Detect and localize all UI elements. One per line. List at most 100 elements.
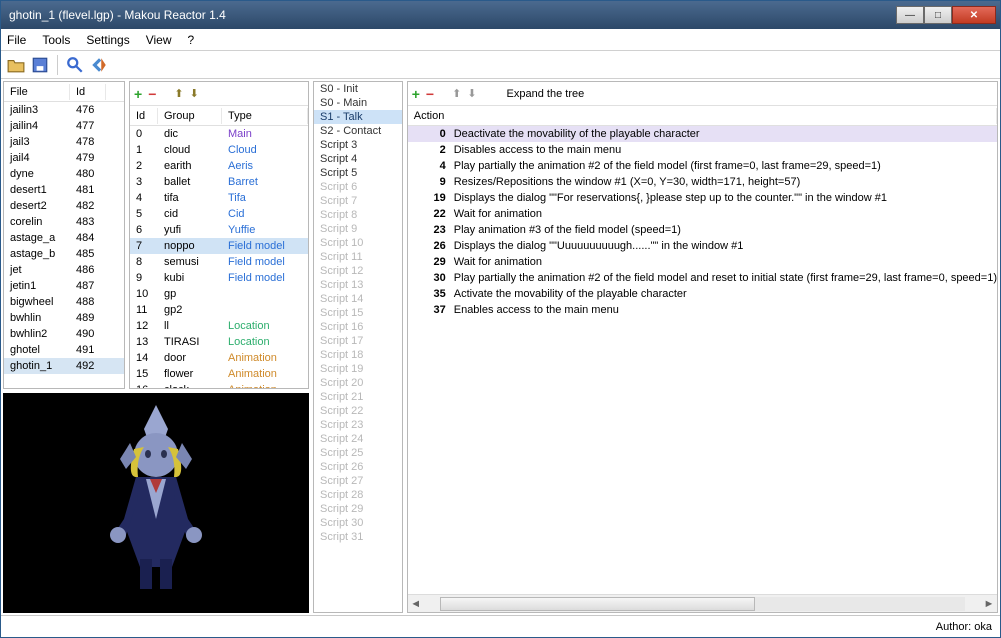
action-down-button[interactable]: ⬇	[467, 87, 476, 100]
group-row[interactable]: 8semusiField model	[130, 254, 308, 270]
remove-group-button[interactable]: −	[148, 86, 156, 102]
file-row[interactable]: corelin483	[4, 214, 124, 230]
script-row[interactable]: S1 - Talk	[314, 110, 402, 124]
remove-action-button[interactable]: −	[426, 86, 434, 102]
statusbar: Author: oka	[1, 615, 1000, 637]
script-row: Script 29	[314, 502, 402, 516]
scroll-left-icon[interactable]: ◄	[408, 598, 424, 610]
author-label: Author: oka	[936, 621, 992, 633]
group-row[interactable]: 9kubiField model	[130, 270, 308, 286]
close-button[interactable]: ✕	[952, 6, 996, 24]
file-row[interactable]: ghotel491	[4, 342, 124, 358]
scroll-right-icon[interactable]: ►	[981, 598, 997, 610]
group-row[interactable]: 11gp2	[130, 302, 308, 318]
action-row[interactable]: 35Activate the movability of the playabl…	[408, 286, 997, 302]
file-list[interactable]: jailin3476jailin4477jail3478jail4479dyne…	[4, 102, 124, 388]
action-row[interactable]: 26Displays the dialog ""Uuuuuuuuuugh....…	[408, 238, 997, 254]
group-row[interactable]: 16clockAnimation	[130, 382, 308, 388]
group-row[interactable]: 12llLocation	[130, 318, 308, 334]
script-row[interactable]: Script 4	[314, 152, 402, 166]
group-header-type[interactable]: Type	[222, 108, 308, 124]
script-row: Script 23	[314, 418, 402, 432]
menu-settings[interactable]: Settings	[86, 33, 129, 47]
action-list[interactable]: 0Deactivate the movability of the playab…	[408, 126, 997, 594]
group-row[interactable]: 2earithAeris	[130, 158, 308, 174]
file-header-id[interactable]: Id	[70, 84, 106, 100]
open-icon[interactable]	[7, 56, 25, 74]
action-row[interactable]: 2Disables access to the main menu	[408, 142, 997, 158]
file-row[interactable]: jail4479	[4, 150, 124, 166]
action-row[interactable]: 37Enables access to the main menu	[408, 302, 997, 318]
run-icon[interactable]	[90, 56, 108, 74]
script-row: Script 21	[314, 390, 402, 404]
titlebar: ghotin_1 (flevel.lgp) - Makou Reactor 1.…	[1, 1, 1000, 29]
menu-file[interactable]: File	[7, 33, 26, 47]
script-row[interactable]: Script 5	[314, 166, 402, 180]
action-row[interactable]: 19Displays the dialog ""For reservations…	[408, 190, 997, 206]
menu-tools[interactable]: Tools	[42, 33, 70, 47]
file-row[interactable]: bwhlin2490	[4, 326, 124, 342]
save-icon[interactable]	[31, 56, 49, 74]
action-header[interactable]: Action	[408, 108, 997, 124]
add-action-button[interactable]: +	[412, 86, 420, 102]
move-down-button[interactable]: ⬇	[190, 87, 199, 100]
action-row[interactable]: 29Wait for animation	[408, 254, 997, 270]
file-row[interactable]: jet486	[4, 262, 124, 278]
file-row[interactable]: jetin1487	[4, 278, 124, 294]
script-row: Script 18	[314, 348, 402, 362]
file-header-file[interactable]: File	[4, 84, 70, 100]
minimize-button[interactable]: —	[896, 6, 924, 24]
group-row[interactable]: 13TIRASILocation	[130, 334, 308, 350]
file-row[interactable]: jailin3476	[4, 102, 124, 118]
file-row[interactable]: bwhlin489	[4, 310, 124, 326]
file-row[interactable]: jail3478	[4, 134, 124, 150]
file-row[interactable]: desert2482	[4, 198, 124, 214]
file-row[interactable]: desert1481	[4, 182, 124, 198]
group-header-group[interactable]: Group	[158, 108, 222, 124]
file-row[interactable]: dyne480	[4, 166, 124, 182]
action-row[interactable]: 23Play animation #3 of the field model (…	[408, 222, 997, 238]
group-header-id[interactable]: Id	[130, 108, 158, 124]
menu-view[interactable]: View	[146, 33, 172, 47]
script-row: Script 17	[314, 334, 402, 348]
script-row: Script 30	[314, 516, 402, 530]
script-row[interactable]: S0 - Main	[314, 96, 402, 110]
script-row[interactable]: Script 3	[314, 138, 402, 152]
group-row[interactable]: 1cloudCloud	[130, 142, 308, 158]
action-row[interactable]: 30Play partially the animation #2 of the…	[408, 270, 997, 286]
toolbar	[1, 51, 1000, 79]
action-row[interactable]: 4Play partially the animation #2 of the …	[408, 158, 997, 174]
search-icon[interactable]	[66, 56, 84, 74]
script-row: Script 14	[314, 292, 402, 306]
group-row[interactable]: 0dicMain	[130, 126, 308, 142]
group-row[interactable]: 15flowerAnimation	[130, 366, 308, 382]
group-row[interactable]: 7noppoField model	[130, 238, 308, 254]
move-up-button[interactable]: ⬆	[174, 87, 183, 100]
script-list[interactable]: S0 - InitS0 - MainS1 - TalkS2 - ContactS…	[314, 82, 402, 612]
group-row[interactable]: 6yufiYuffie	[130, 222, 308, 238]
action-row[interactable]: 9Resizes/Repositions the window #1 (X=0,…	[408, 174, 997, 190]
script-row[interactable]: S2 - Contact	[314, 124, 402, 138]
file-row[interactable]: jailin4477	[4, 118, 124, 134]
group-row[interactable]: 3balletBarret	[130, 174, 308, 190]
group-row[interactable]: 4tifaTifa	[130, 190, 308, 206]
group-row[interactable]: 10gp	[130, 286, 308, 302]
file-row[interactable]: astage_a484	[4, 230, 124, 246]
file-row[interactable]: bigwheel488	[4, 294, 124, 310]
expand-tree-button[interactable]: Expand the tree	[507, 88, 585, 100]
add-group-button[interactable]: +	[134, 86, 142, 102]
action-up-button[interactable]: ⬆	[452, 87, 461, 100]
menu-help[interactable]: ?	[188, 33, 195, 47]
file-row[interactable]: ghotin_1492	[4, 358, 124, 374]
script-row: Script 10	[314, 236, 402, 250]
action-row[interactable]: 22Wait for animation	[408, 206, 997, 222]
group-list[interactable]: 0dicMain1cloudCloud2earithAeris3balletBa…	[130, 126, 308, 388]
horizontal-scrollbar[interactable]: ◄ ►	[408, 594, 997, 612]
maximize-button[interactable]: □	[924, 6, 952, 24]
script-row: Script 12	[314, 264, 402, 278]
group-row[interactable]: 5cidCid	[130, 206, 308, 222]
action-row[interactable]: 0Deactivate the movability of the playab…	[408, 126, 997, 142]
file-row[interactable]: astage_b485	[4, 246, 124, 262]
group-row[interactable]: 14doorAnimation	[130, 350, 308, 366]
script-row[interactable]: S0 - Init	[314, 82, 402, 96]
